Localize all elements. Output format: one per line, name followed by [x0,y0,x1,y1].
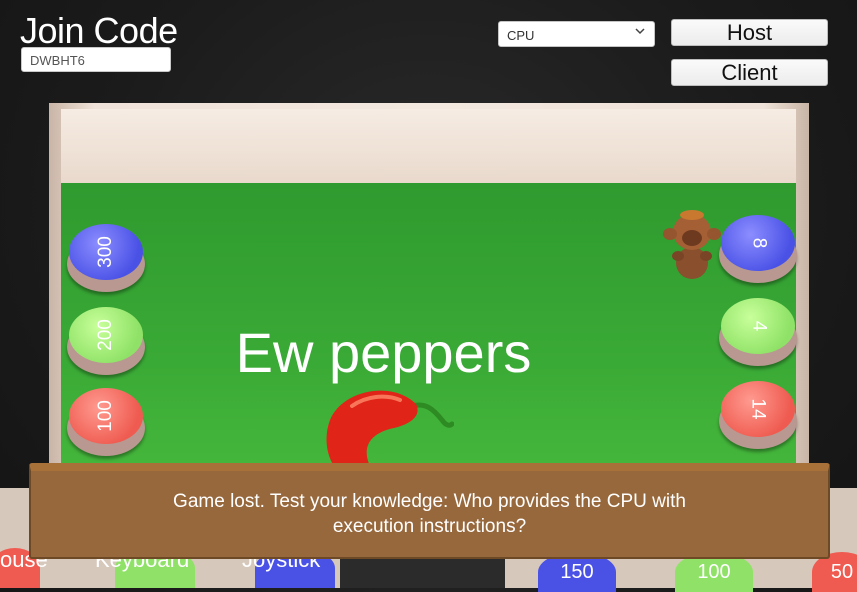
role-select[interactable]: CPU [498,21,655,47]
answer-pad[interactable]: 4 [719,298,797,368]
pad-top: 200 [69,307,143,363]
answer-pad[interactable]: 100 [67,388,145,458]
pad-top: 100 [69,388,143,444]
join-code-title: Join Code [20,10,178,51]
pad-value: 200 [94,319,116,351]
question-dialog: Game lost. Test your knowledge: Who prov… [29,463,830,559]
booth-top-panel [61,109,796,184]
answer-pad[interactable]: 14 [719,381,797,451]
pepper-icon [326,390,454,466]
answer-pad[interactable]: 200 [67,307,145,377]
monkey-player-icon [663,210,721,279]
chevron-down-icon [635,28,645,35]
pad-value: 100 [94,400,116,432]
role-select-value: CPU [507,28,535,43]
board-title: Ew peppers [61,323,796,383]
answer-pad[interactable]: 8 [719,215,797,285]
answer-pad[interactable]: 300 [67,224,145,294]
dialog-message: Game lost. Test your knowledge: Who prov… [173,491,686,537]
pad-top: 14 [721,381,795,437]
client-button[interactable]: Client [671,59,828,86]
pad-top: 300 [69,224,143,280]
pad-value: 4 [747,320,769,332]
pad-top: 8 [721,215,795,271]
pad-value: 300 [94,236,116,268]
join-code-field[interactable]: DWBHT6 [21,47,171,72]
board-title-text: Ew peppers [235,321,532,384]
pad-top: 4 [721,298,795,354]
pad-value: 14 [747,398,769,420]
pad-value: 8 [747,237,769,249]
host-button[interactable]: Host [671,19,828,46]
